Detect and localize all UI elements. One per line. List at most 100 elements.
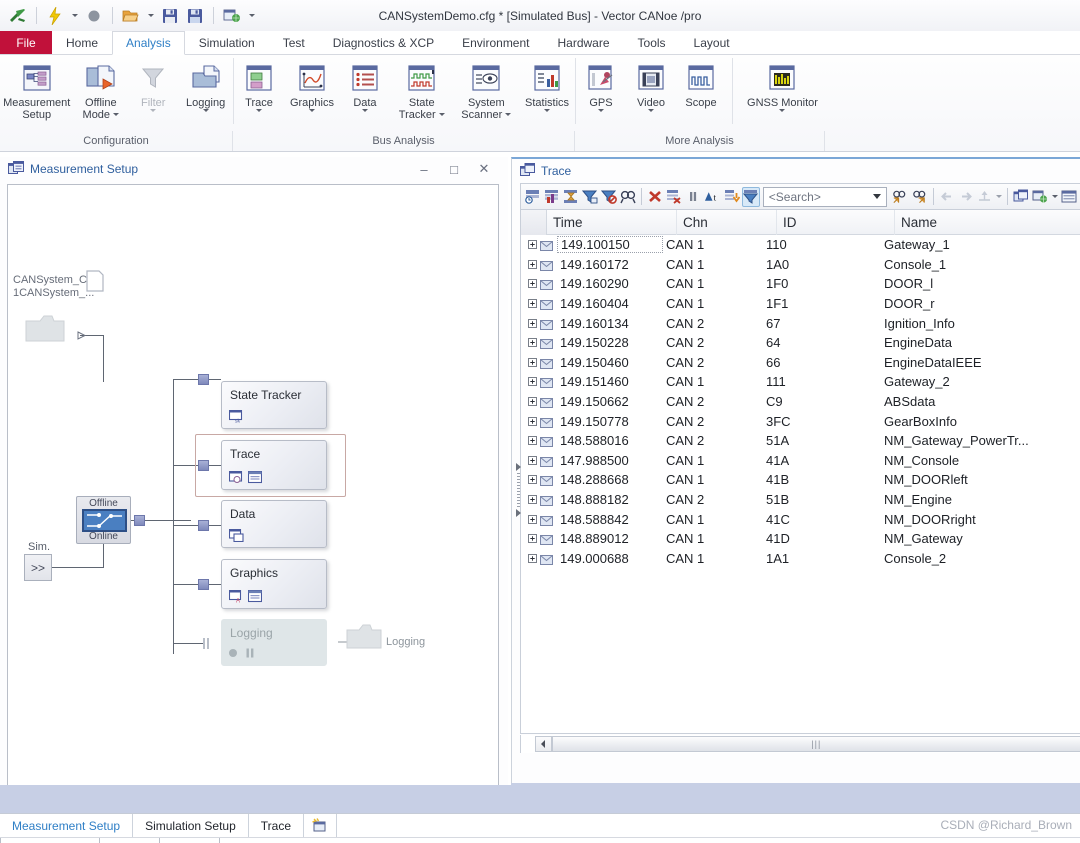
minimize-button[interactable]: – [410,159,438,179]
table-row[interactable]: 149.160404 CAN 1 1F1 DOOR_r [521,294,1080,314]
node-trace[interactable]: Trace [221,440,327,490]
row-expand-icon[interactable] [525,534,539,544]
table-row[interactable]: 148.888182 CAN 2 51B NM_Engine [521,490,1080,510]
time-delta-button[interactable]: t [703,187,722,207]
ribbon-button-measurement-setup[interactable]: Measurement Setup [0,55,73,130]
search-input[interactable]: <Search> [762,186,887,207]
row-expand-icon[interactable] [525,553,539,563]
ribbon-button-logging[interactable]: Logging [178,55,233,130]
close-button[interactable]: ✕ [470,159,498,179]
new-window-icon[interactable] [221,5,243,27]
port-graphics[interactable] [198,579,209,590]
doc-tab-measurement-setup[interactable]: Measurement Setup [0,814,134,837]
sim-node-button[interactable]: >> [24,554,52,581]
find-next-button[interactable] [910,187,929,207]
tab-home[interactable]: Home [52,31,112,54]
trace-grid[interactable]: Time Chn ID Name 149.100150 CAN 1 110 Gatew… [520,210,1080,734]
new-window-dropdown[interactable] [246,5,257,27]
table-row[interactable]: 148.889012 CAN 1 41D NM_Gateway [521,529,1080,549]
save-as-icon[interactable] [184,5,206,27]
add-window-icon[interactable] [304,814,338,837]
export-dropdown-caret[interactable] [1050,186,1059,208]
trace-horizontal-scrollbar[interactable]: ||| [520,735,1080,753]
port-state-tracker[interactable] [198,374,209,385]
ribbon-button-gnss-monitor[interactable]: GNSS Monitor [739,55,826,130]
ribbon-button-offline-mode[interactable]: Offline Mode [73,55,128,130]
clear-trace-button[interactable] [646,187,664,207]
ribbon-button-system-scanner[interactable]: System Scanner [454,55,520,130]
ribbon-button-state-tracker[interactable]: State Tracker [390,55,454,130]
row-expand-icon[interactable] [525,397,539,406]
tab-file[interactable]: File [0,31,52,54]
find-previous-button[interactable] [890,187,909,207]
tab-environment[interactable]: Environment [448,31,543,54]
table-row[interactable]: 149.150460 CAN 2 66 EngineDataIEEE [521,353,1080,373]
measurement-setup-canvas[interactable]: CANSystem_CAN 1CANSystem_... Offline Onli… [7,184,499,843]
row-expand-icon[interactable] [525,318,539,328]
node-state-tracker[interactable]: State Tracker sk [221,381,327,429]
filter-dropdown-caret[interactable] [150,109,157,112]
table-row[interactable]: 149.160134 CAN 2 67 Ignition_Info [521,313,1080,333]
row-expand-icon[interactable] [525,357,539,367]
ribbon-button-video[interactable]: Video [626,55,676,130]
graphics-dropdown-caret[interactable] [308,109,315,112]
row-expand-icon[interactable] [525,514,539,524]
statistics-dropdown-caret[interactable] [544,109,551,112]
stop-measurement-icon[interactable] [83,5,105,27]
node-data[interactable]: Data [221,500,327,548]
column-header-chn[interactable]: Chn [677,210,777,235]
table-row[interactable]: 149.160172 CAN 1 1A0 Console_1 [521,255,1080,275]
copy-window-button[interactable] [1012,187,1030,207]
row-expand-icon[interactable] [525,299,539,309]
table-row[interactable]: 149.150228 CAN 2 64 EngineData [521,333,1080,353]
column-config-button[interactable] [1060,187,1078,207]
row-expand-icon[interactable] [525,455,539,465]
scroll-thumb[interactable]: ||| [551,736,1080,752]
table-row[interactable]: 149.150662 CAN 2 C9 ABSdata [521,392,1080,412]
save-config-icon[interactable] [159,5,181,27]
ribbon-button-scope[interactable]: Scope [676,55,726,130]
scroll-left-arrow-icon[interactable] [535,736,552,752]
table-row[interactable]: 149.160290 CAN 1 1F0 DOOR_l [521,274,1080,294]
panel-splitter[interactable] [514,460,523,520]
table-row[interactable]: 149.151460 CAN 1 111 Gateway_2 [521,372,1080,392]
open-config-dropdown[interactable] [145,5,156,27]
logging-dropdown-caret[interactable] [202,109,209,112]
maximize-button[interactable]: □ [440,159,468,179]
video-dropdown-caret[interactable] [648,109,654,112]
canoe-app-icon[interactable] [7,5,29,27]
filter-stop-button[interactable] [600,187,618,207]
ribbon-button-gps[interactable]: GPS [576,55,626,130]
pause-button[interactable] [684,187,702,207]
find-button[interactable] [619,187,637,207]
tab-test[interactable]: Test [269,31,319,54]
tab-hardware[interactable]: Hardware [544,31,624,54]
marker-dropdown-caret[interactable] [995,186,1004,208]
ribbon-button-data[interactable]: Data [340,55,390,130]
start-measurement-icon[interactable] [44,5,66,27]
doc-tab-trace[interactable]: Trace [249,814,305,837]
data-dropdown-caret[interactable] [361,109,368,112]
column-header-name[interactable]: Name [895,210,1080,235]
table-row[interactable]: 147.988500 CAN 1 41A NM_Console [521,451,1080,471]
gps-dropdown-caret[interactable] [598,109,604,112]
analysis-filter-button[interactable] [741,186,760,207]
port-data[interactable] [198,520,209,531]
table-row[interactable]: 148.588016 CAN 2 51A NM_Gateway_PowerTr... [521,431,1080,451]
ribbon-button-filter[interactable]: Filter [128,55,178,130]
row-expand-icon[interactable] [525,259,539,269]
table-row[interactable]: 148.588842 CAN 1 41C NM_DOORright [521,509,1080,529]
filter-pass-button[interactable] [581,187,599,207]
column-header-id[interactable]: ID [777,210,895,235]
search-dropdown-icon[interactable] [872,194,881,199]
navigate-forward-button[interactable] [957,187,975,207]
table-row[interactable]: 149.150778 CAN 2 3FC GearBoxInfo [521,411,1080,431]
row-expand-icon[interactable] [525,240,539,250]
sort-by-column-button[interactable] [543,187,561,207]
open-config-icon[interactable] [120,5,142,27]
table-row[interactable]: 149.000688 CAN 1 1A1 Console_2 [521,549,1080,569]
row-expand-icon[interactable] [525,338,539,348]
navigate-back-button[interactable] [938,187,956,207]
tab-simulation[interactable]: Simulation [185,31,269,54]
column-header-time[interactable]: Time [547,210,677,235]
